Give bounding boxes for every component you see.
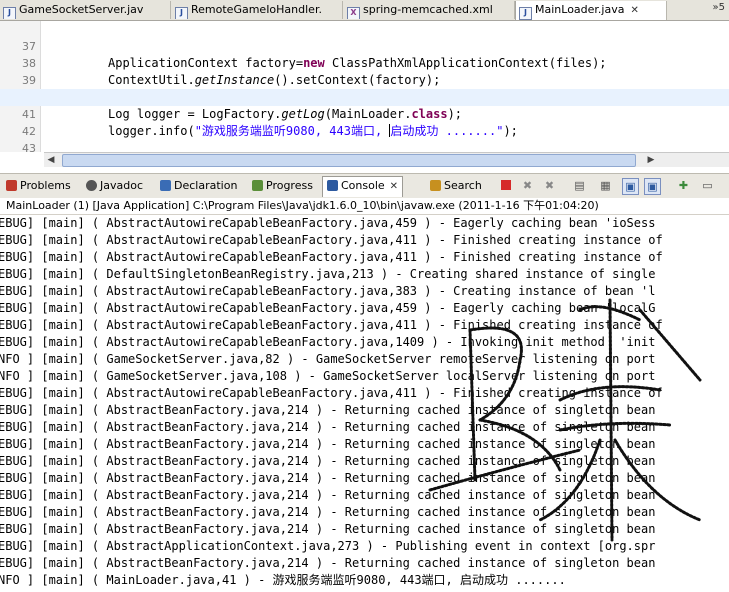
scrollbar-thumb[interactable] [62,154,636,167]
tab-problems[interactable]: Problems [6,177,71,195]
console-line: EBUG] [main] ( AbstractBeanFactory.java,… [0,556,656,570]
scroll-lock-icon[interactable]: ▤ [572,178,587,193]
remove-launch-icon[interactable]: ✖ [520,178,535,193]
code-line: 37 ApplicationContext factory=new ClassP… [0,21,729,70]
editor-tab-label: spring-memcached.xml [363,3,493,16]
process-description: MainLoader (1) [Java Application] C:\Pro… [6,199,599,212]
console-line: EBUG] [main] ( AbstractBeanFactory.java,… [0,437,656,451]
editor-tab-spring-memcached[interactable]: Xspring-memcached.xml [344,1,515,19]
tab-javadoc[interactable]: Javadoc [86,177,143,195]
console-line: EBUG] [main] ( AbstractAutowireCapableBe… [0,216,656,230]
console-line: EBUG] [main] ( AbstractAutowireCapableBe… [0,250,663,264]
editor-horizontal-scrollbar[interactable]: ◀ ▶ [44,152,729,167]
console-line: EBUG] [main] ( AbstractAutowireCapableBe… [0,335,656,349]
tab-search[interactable]: Search [430,177,482,195]
tab-label: Javadoc [100,179,143,192]
code-line: 44 } [0,140,729,152]
console-line: NFO ] [main] ( GameSocketServer.java,108… [0,369,656,383]
console-line: EBUG] [main] ( AbstractBeanFactory.java,… [0,420,656,434]
console-output[interactable]: EBUG] [main] ( AbstractAutowireCapableBe… [0,215,729,592]
scroll-right-arrow-icon[interactable]: ▶ [644,153,658,167]
tab-label: Problems [20,179,71,192]
console-line: EBUG] [main] ( AbstractBeanFactory.java,… [0,454,656,468]
minimize-icon[interactable]: ▭ [700,178,715,193]
word-wrap-icon[interactable]: ▦ [598,178,613,193]
declaration-icon [160,180,171,191]
code-line-current: 41 logger.info("游戏服务端监听9080, 443端口, 启动成功… [0,89,729,138]
xml-file-icon: X [347,7,360,19]
javadoc-icon [86,180,97,191]
tab-label: Search [444,179,482,192]
console-line: EBUG] [main] ( DefaultSingletonBeanRegis… [0,267,656,281]
code-line: 43 [0,123,729,152]
console-line: EBUG] [main] ( AbstractBeanFactory.java,… [0,471,656,485]
editor-tab-mainloader[interactable]: J MainLoader.java ✕ [515,1,667,20]
code-line: 38 ContextUtil.getInstance().setContext(… [0,38,729,87]
terminate-icon[interactable] [498,178,513,193]
console-line: EBUG] [main] ( AbstractApplicationContex… [0,539,656,553]
java-file-icon: J [3,7,16,19]
editor-tab-label: MainLoader.java [535,3,625,16]
tab-label: Progress [266,179,313,192]
close-icon[interactable]: ✕ [390,181,398,192]
console-line: EBUG] [main] ( AbstractBeanFactory.java,… [0,522,656,536]
scroll-left-arrow-icon[interactable]: ◀ [44,153,58,167]
editor-tab-label: RemoteGameIoHandler. [191,3,322,16]
problems-icon [6,180,17,191]
tab-progress[interactable]: Progress [252,177,313,195]
code-line: 40 Log logger = LogFactory.getLog(MainLo… [0,72,729,121]
code-line: 39 [0,55,729,87]
editor-tab-gamesocketserver[interactable]: J GameSocketServer.jav [0,1,171,19]
search-icon [430,180,441,191]
tab-label: Console [341,179,385,192]
editor-tab-bar: J GameSocketServer.jav J RemoteGameIoHandl… [0,0,729,21]
editor-tab-label: GameSocketServer.jav [19,3,144,16]
console-icon [327,180,338,191]
console-line: EBUG] [main] ( AbstractBeanFactory.java,… [0,488,656,502]
code-line: 42 [0,106,729,138]
views-tab-bar: Problems Javadoc Declaration Progress Co… [0,173,729,199]
tab-label: Declaration [174,179,238,192]
code-editor[interactable]: 37 ApplicationContext factory=new ClassP… [0,21,729,152]
java-file-icon: J [175,7,188,19]
console-line: EBUG] [main] ( AbstractBeanFactory.java,… [0,403,656,417]
console-line: EBUG] [main] ( AbstractAutowireCapableBe… [0,386,663,400]
tab-declaration[interactable]: Declaration [160,177,237,195]
console-line: NFO ] [main] ( GameSocketServer.java,82 … [0,352,656,366]
console-process-label: MainLoader (1) [Java Application] C:\Pro… [0,198,729,215]
editor-tab-remotegameiohandler[interactable]: J RemoteGameIoHandler. [172,1,343,19]
remove-all-icon[interactable]: ✖ [542,178,557,193]
console-line: NFO ] [main] ( MainLoader.java,41 ) - 游戏… [0,573,566,587]
open-console-icon[interactable]: ✚ [676,178,691,193]
progress-icon [252,180,263,191]
console-line: EBUG] [main] ( AbstractAutowireCapableBe… [0,318,663,332]
console-line: EBUG] [main] ( AbstractAutowireCapableBe… [0,301,656,315]
tab-console[interactable]: Console ✕ [322,176,404,197]
tab-overflow-button[interactable]: »5 [713,2,725,13]
console-line: EBUG] [main] ( AbstractBeanFactory.java,… [0,505,656,519]
java-file-icon: J [519,7,532,20]
display-console-icon[interactable]: ▣ [644,178,661,195]
console-line: EBUG] [main] ( AbstractAutowireCapableBe… [0,284,656,298]
close-icon[interactable]: ✕ [630,2,638,20]
pin-console-icon[interactable]: ▣ [622,178,639,195]
console-line: EBUG] [main] ( AbstractAutowireCapableBe… [0,233,663,247]
